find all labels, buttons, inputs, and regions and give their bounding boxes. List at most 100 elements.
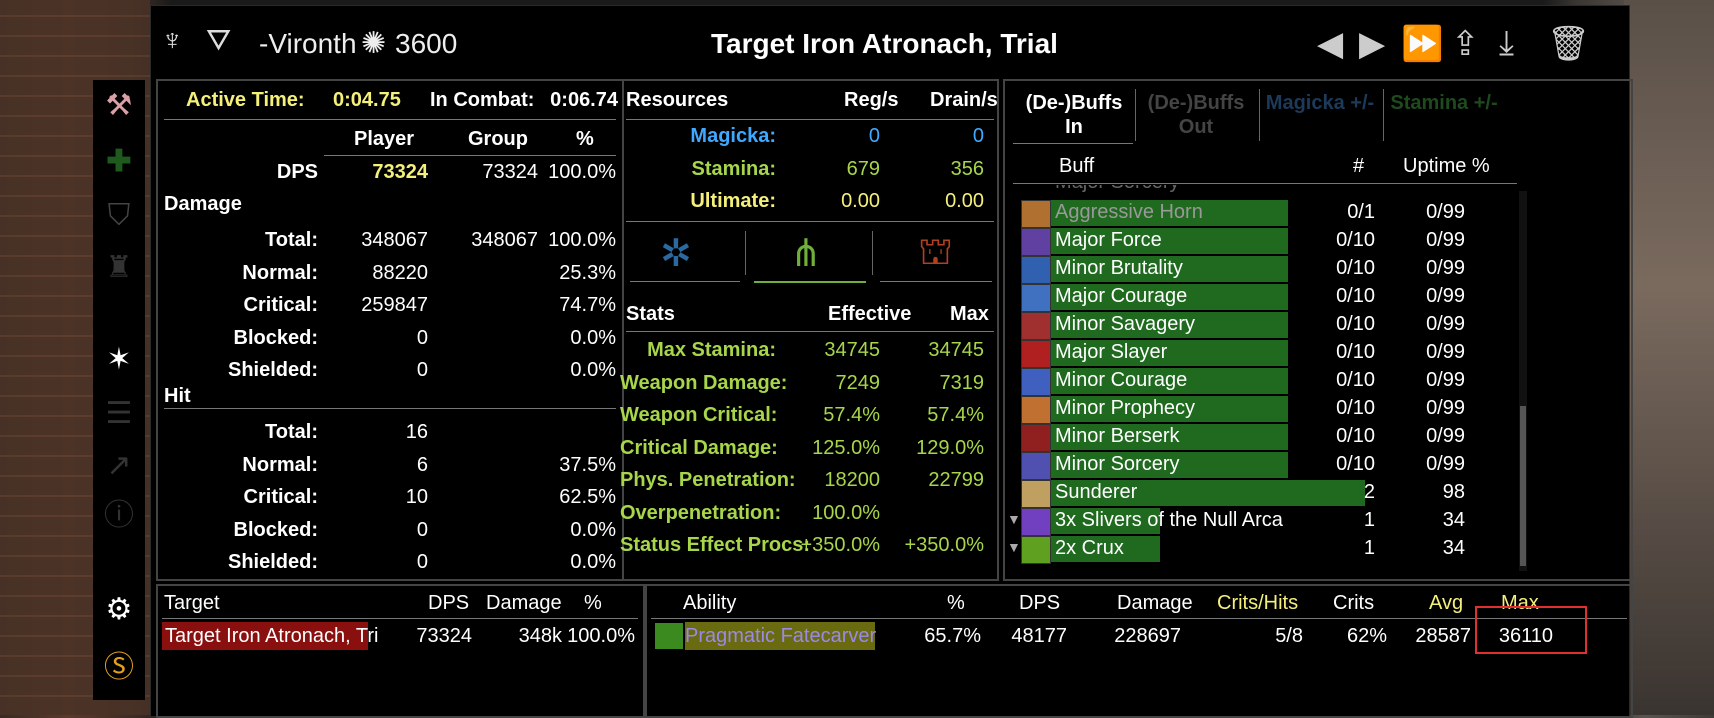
heal-icon[interactable]: ✚ [101, 144, 137, 180]
buffs-pane: (De-)Buffs In (De-)Buffs Out Magicka +/-… [1003, 79, 1633, 581]
upload-icon[interactable]: ⇪ [1451, 24, 1480, 64]
tab-buffs-in[interactable]: (De-)Buffs In [1019, 91, 1129, 139]
tab-stamina[interactable]: Stamina +/- [1389, 91, 1499, 115]
buff-count: 0/10 [1336, 397, 1375, 419]
buff-row[interactable]: Minor Prophecy 0/10 0/99 [1005, 395, 1505, 424]
stat-label: Max Stamina: [647, 339, 776, 361]
buff-row[interactable]: ▼ 2x Crux 1 34 [1005, 535, 1505, 564]
addon-logo-icon[interactable]: Ⓢ [101, 650, 137, 686]
damage-row-label: Critical: [243, 294, 318, 316]
buff-count: 0/10 [1336, 285, 1375, 307]
buff-name: Minor Savagery [1055, 313, 1196, 335]
delete-icon[interactable]: 🗑 [1547, 24, 1590, 64]
buff-row[interactable]: ▼ 3x Slivers of the Null Arca 1 34 [1005, 507, 1505, 536]
buff-row[interactable]: Major Slayer 0/10 0/99 [1005, 339, 1505, 368]
divider [164, 408, 616, 409]
buff-list[interactable]: Major Sorcery Aggressive Horn0/10/99Majo… [1005, 185, 1525, 575]
buff-name: Major Courage [1055, 285, 1188, 307]
graph-icon[interactable]: ↗ [101, 448, 137, 484]
save-icon[interactable]: ⤓ [1499, 24, 1514, 63]
damage-row-label: Blocked: [233, 326, 318, 349]
health-tab-icon[interactable]: ⛫ [918, 231, 953, 279]
damage-row-label: Total: [265, 229, 318, 251]
buff-row[interactable]: Minor Savagery 0/10 0/99 [1005, 311, 1505, 340]
divider [626, 331, 994, 332]
resource-reg: 0.00 [841, 190, 880, 212]
buff-row[interactable]: Minor Brutality 0/10 0/99 [1005, 255, 1505, 284]
last-fight-icon[interactable]: ⏩ [1401, 24, 1443, 64]
buff-icon [1021, 368, 1051, 396]
buff-row[interactable]: Minor Courage 0/10 0/99 [1005, 367, 1505, 396]
divider [880, 281, 992, 282]
damage-row-player: 0 [416, 359, 428, 381]
col-target-dps: DPS [428, 592, 470, 614]
col-buff: Buff [1059, 155, 1095, 177]
next-fight-icon[interactable]: ▶ [1359, 24, 1385, 64]
stat-effective: +350.0% [800, 534, 880, 556]
divider [1013, 143, 1133, 144]
scrollbar-thumb[interactable] [1520, 406, 1526, 566]
col-reg: Reg/s [844, 89, 899, 111]
divider [162, 618, 638, 619]
info-icon[interactable]: ⓘ [101, 498, 137, 534]
stat-label: Weapon Critical: [620, 404, 778, 426]
buff-icon [1021, 536, 1051, 564]
dps-label: DPS [276, 161, 318, 183]
buff-icon [1021, 452, 1051, 480]
ability-row-dps: 48177 [1011, 625, 1067, 647]
ability-row[interactable]: Pragmatic Fatecarver 65.7% 48177 228697 … [651, 606, 1627, 654]
col-count: # [1353, 155, 1365, 177]
target-row-dps: 73324 [416, 625, 472, 647]
summary-pane: Active Time: 0:04.75 In Combat: 0:06.74 … [156, 79, 624, 581]
crossed-swords-icon[interactable]: ✶ [101, 342, 137, 378]
background-right [1624, 0, 1714, 715]
buff-row[interactable]: Minor Berserk 0/10 0/99 [1005, 423, 1505, 452]
ability-row-damage: 228697 [1114, 625, 1181, 647]
divider [626, 119, 994, 120]
col-uptime: Uptime % [1403, 155, 1490, 177]
stats-header: Stats [626, 303, 675, 325]
divider [1383, 89, 1384, 141]
divider [630, 281, 740, 282]
damage-row-player: 88220 [372, 261, 428, 284]
damage-section: Damage [164, 193, 242, 215]
buff-row[interactable]: Major Force 0/10 0/99 [1005, 227, 1505, 256]
damage-row-pct: 25.3% [559, 261, 616, 284]
magicka-tab-icon[interactable]: ✲ [660, 231, 692, 276]
stat-max: 22799 [928, 469, 984, 491]
hit-row-player: 0 [416, 518, 428, 541]
buff-uptime: 0/99 [1426, 341, 1465, 363]
previous-fight-icon[interactable]: ◀ [1317, 24, 1343, 64]
settings-gear-icon[interactable]: ⚙ [101, 592, 137, 628]
buff-icon [1021, 256, 1051, 284]
group-icon[interactable]: ♜ [101, 250, 137, 286]
col-target-pct: % [584, 592, 602, 614]
stat-effective: 34745 [824, 339, 880, 361]
axe-icon[interactable]: ⚒ [101, 88, 137, 124]
fatecarver-icon [655, 623, 683, 649]
buff-row[interactable]: Aggressive Horn 0/1 0/99 [1005, 199, 1505, 228]
target-row-pct: 100.0% [567, 625, 635, 647]
buff-name: Major Slayer [1055, 341, 1168, 363]
buff-name: Minor Berserk [1055, 425, 1180, 447]
shield-icon[interactable]: ⛉ [101, 198, 137, 234]
tab-magicka[interactable]: Magicka +/- [1265, 91, 1375, 115]
buff-name: 3x Slivers of the Null Arca [1055, 509, 1283, 531]
stamina-tab-icon[interactable]: ⋔ [790, 231, 822, 276]
hit-row-pct: 0.0% [570, 518, 616, 541]
expand-arrow-icon[interactable]: ▼ [1007, 539, 1021, 555]
buff-row[interactable]: Sunderer 2 98 [1005, 479, 1505, 508]
target-row[interactable]: Target Iron Atronach, Tri 73324 348k 100… [162, 622, 638, 650]
damage-row-player: 0 [416, 326, 428, 349]
resource-drain: 356 [950, 157, 984, 180]
buff-count: 0/10 [1336, 313, 1375, 335]
buff-uptime: 0/99 [1426, 313, 1465, 335]
target-pane: Target DPS Damage % Target Iron Atronach… [156, 584, 645, 718]
expand-arrow-icon[interactable]: ▼ [1007, 511, 1021, 527]
hit-row-player: 6 [416, 453, 428, 476]
buff-row[interactable]: Major Courage 0/10 0/99 [1005, 283, 1505, 312]
tab-buffs-out[interactable]: (De-)Buffs Out [1141, 91, 1251, 139]
buff-row[interactable]: Minor Sorcery 0/10 0/99 [1005, 451, 1505, 480]
scrollbar[interactable] [1519, 191, 1527, 571]
scroll-icon[interactable]: ☰ [101, 396, 137, 432]
